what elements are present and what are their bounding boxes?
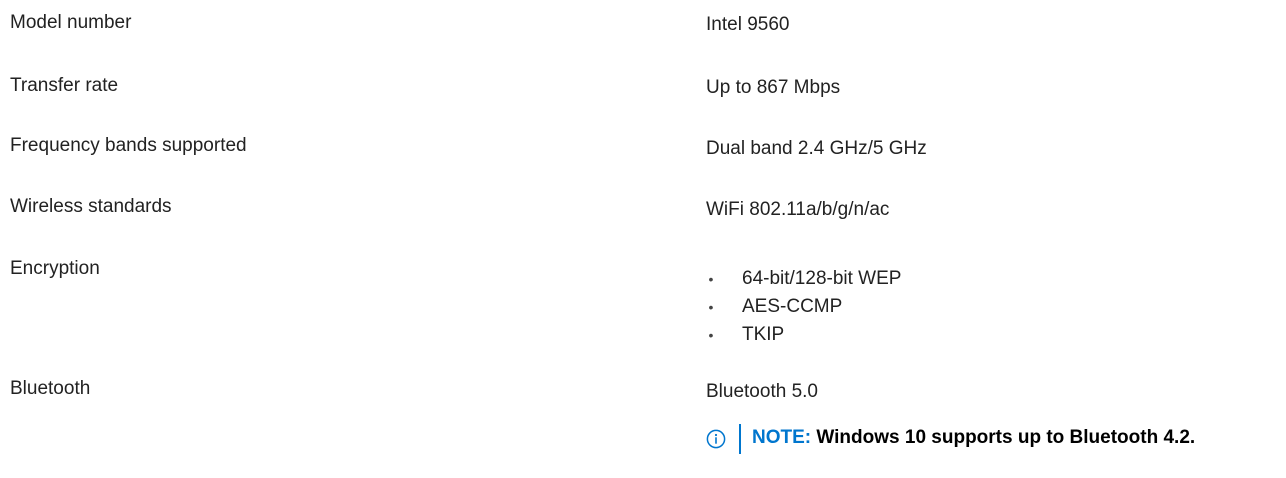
spec-value: Intel 9560 xyxy=(706,14,790,35)
spec-label: Encryption xyxy=(10,258,100,279)
list-item: • 64-bit/128-bit WEP xyxy=(706,268,902,296)
list-item-text: 64-bit/128-bit WEP xyxy=(742,268,902,289)
spec-label: Frequency bands supported xyxy=(10,135,247,156)
spec-value: Up to 867 Mbps xyxy=(706,77,841,98)
info-icon xyxy=(706,429,726,449)
spec-label: Model number xyxy=(10,12,132,33)
bullet-icon: • xyxy=(708,327,714,343)
spec-label: Wireless standards xyxy=(10,196,172,217)
encryption-list: • 64-bit/128-bit WEP • AES-CCMP • TKIP xyxy=(706,268,902,352)
note-label: NOTE: xyxy=(752,427,812,448)
list-item: • AES-CCMP xyxy=(706,296,901,324)
note-text: NOTE: Windows 10 supports up to Bluetoot… xyxy=(752,427,1195,449)
spec-value: WiFi 802.11a/b/g/n/ac xyxy=(706,199,890,220)
spec-label: Bluetooth xyxy=(10,378,91,399)
bullet-icon: • xyxy=(708,271,714,287)
note-message: Windows 10 supports up to Bluetooth 4.2. xyxy=(816,427,1196,448)
spec-value: Bluetooth 5.0 xyxy=(706,381,818,402)
bullet-icon: • xyxy=(708,299,714,315)
note-divider xyxy=(739,424,741,454)
spec-value: Dual band 2.4 GHz/5 GHz xyxy=(706,138,927,159)
list-item-text: AES-CCMP xyxy=(742,296,843,317)
spec-label: Transfer rate xyxy=(10,75,119,96)
list-item: • TKIP xyxy=(706,324,901,352)
list-item-text: TKIP xyxy=(742,324,785,345)
